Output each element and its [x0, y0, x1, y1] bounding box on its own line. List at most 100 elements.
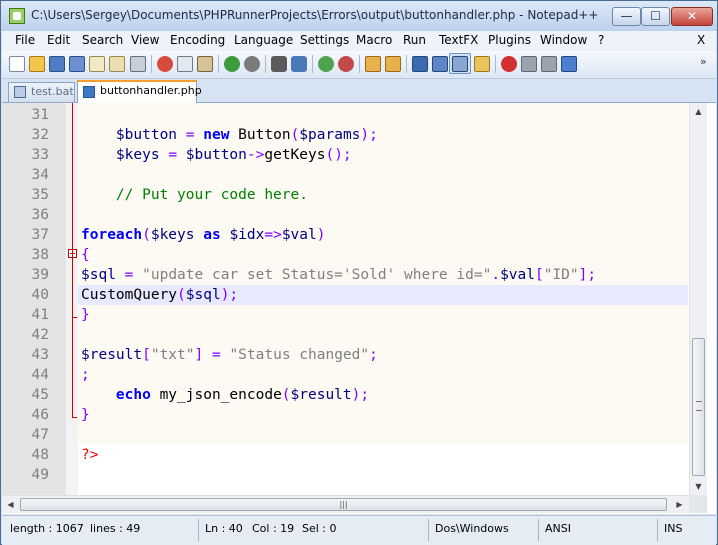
scroll-down-arrow-icon[interactable]: ▼ — [690, 478, 707, 495]
save-icon[interactable] — [49, 56, 65, 72]
code-text[interactable]: ; — [78, 365, 688, 385]
code-text[interactable]: } — [78, 305, 688, 325]
toolbar-separator — [495, 55, 496, 73]
menu-edit[interactable]: Edit — [47, 33, 70, 47]
toolbar-separator — [265, 55, 266, 73]
save-all-icon[interactable] — [69, 56, 85, 72]
status-lines: lines : 49 — [90, 522, 141, 535]
code-text[interactable] — [78, 205, 688, 225]
file-icon — [14, 86, 26, 98]
scroll-left-arrow-icon[interactable]: ◀ — [2, 496, 19, 513]
scroll-up-arrow-icon[interactable]: ▲ — [690, 103, 707, 120]
status-insert-mode: INS — [664, 522, 683, 535]
minimize-button[interactable]: — — [612, 7, 641, 26]
menu-encoding[interactable]: Encoding — [170, 33, 225, 47]
code-text[interactable]: ?> — [78, 445, 688, 465]
code-text[interactable]: $button = new Button($params); — [78, 125, 688, 145]
paste-icon[interactable] — [197, 56, 213, 72]
tab-test-bat[interactable]: test.bat — [8, 82, 75, 102]
code-line: 46 } — [2, 405, 688, 425]
line-number: 31 — [31, 107, 49, 123]
menu-textfx[interactable]: TextFX — [439, 33, 478, 47]
code-text[interactable] — [78, 165, 688, 185]
code-line: 39 $sql = "update car set Status='Sold' … — [2, 265, 688, 285]
find-icon[interactable] — [271, 56, 287, 72]
code-text[interactable]: CustomQuery($sql); — [78, 285, 688, 305]
code-text[interactable]: } — [78, 405, 688, 425]
title-bar[interactable]: C:\Users\Sergey\Documents\PHPRunnerProje… — [1, 1, 717, 31]
redo-icon[interactable] — [244, 56, 260, 72]
maximize-button[interactable]: ☐ — [641, 7, 670, 26]
close-document-x[interactable]: X — [697, 33, 705, 47]
tab-label: test.bat — [31, 85, 74, 98]
code-text[interactable]: foreach($keys as $idx=>$val) — [78, 225, 688, 245]
vertical-scroll-thumb[interactable] — [692, 338, 705, 476]
code-text[interactable]: $result["txt"] = "Status changed"; — [78, 345, 688, 365]
code-line: 34 — [2, 165, 688, 185]
notepadpp-app-icon[interactable] — [9, 8, 25, 24]
status-divider — [428, 519, 429, 541]
menu-plugins[interactable]: Plugins — [488, 33, 531, 47]
record-macro-icon[interactable] — [501, 56, 517, 72]
code-text[interactable] — [78, 465, 688, 485]
menu-settings[interactable]: Settings — [300, 33, 349, 47]
sync-horizontal-icon[interactable] — [385, 56, 401, 72]
vertical-scrollbar[interactable]: ▲ ▼ — [689, 103, 707, 495]
tab-buttonhandler-php[interactable]: buttonhandler.php — [77, 80, 202, 103]
fold-range-line-outer — [72, 103, 73, 417]
code-text[interactable]: { — [78, 245, 688, 265]
line-number: 44 — [31, 367, 49, 383]
show-all-chars-icon[interactable] — [432, 56, 448, 72]
user-lang-icon[interactable] — [474, 56, 490, 72]
close-window-button[interactable]: ✕ — [671, 7, 713, 26]
toolbar-overflow-chevron-icon[interactable]: » — [700, 55, 707, 68]
cut-icon[interactable] — [157, 56, 173, 72]
horizontal-scrollbar[interactable]: ◀ ||| ▶ — [2, 495, 689, 513]
saved-file-icon — [83, 86, 95, 98]
code-text[interactable]: echo my_json_encode($result); — [78, 385, 688, 405]
zoom-out-icon[interactable] — [338, 56, 354, 72]
menu-macro[interactable]: Macro — [356, 33, 392, 47]
stop-record-icon[interactable] — [521, 56, 537, 72]
menu-file[interactable]: File — [15, 33, 35, 47]
line-number: 48 — [31, 447, 49, 463]
menu-search[interactable]: Search — [82, 33, 123, 47]
code-line: 44 ; — [2, 365, 688, 385]
undo-icon[interactable] — [224, 56, 240, 72]
menu-run[interactable]: Run — [403, 33, 426, 47]
toolbar-separator — [406, 55, 407, 73]
horizontal-scroll-thumb[interactable]: ||| — [20, 498, 667, 511]
new-file-icon[interactable] — [9, 56, 25, 72]
word-wrap-icon[interactable] — [412, 56, 428, 72]
menu-window[interactable]: Window — [540, 33, 587, 47]
tab-bar: test.bat buttonhandler.php — [2, 79, 716, 103]
copy-icon[interactable] — [177, 56, 193, 72]
scroll-right-arrow-icon[interactable]: ▶ — [671, 496, 688, 513]
indent-guide-icon[interactable] — [452, 56, 468, 72]
code-line: 47 — [2, 425, 688, 445]
code-text[interactable]: $keys = $button->getKeys(); — [78, 145, 688, 165]
play-macro-icon[interactable] — [541, 56, 557, 72]
code-text[interactable] — [78, 425, 688, 445]
line-number: 49 — [31, 467, 49, 483]
code-line: 43 $result["txt"] = "Status changed"; — [2, 345, 688, 365]
code-text[interactable] — [78, 325, 688, 345]
code-line: 45 echo my_json_encode($result); — [2, 385, 688, 405]
code-text[interactable]: // Put your code here. — [78, 185, 688, 205]
code-text[interactable] — [78, 105, 688, 125]
menu-view[interactable]: View — [131, 33, 159, 47]
code-line: 41 } — [2, 305, 688, 325]
menu-help[interactable]: ? — [598, 33, 604, 47]
zoom-in-icon[interactable] — [318, 56, 334, 72]
close-icon[interactable] — [89, 56, 105, 72]
code-editor[interactable]: 31 32 $button = new Button($params); 33 … — [2, 103, 716, 514]
print-icon[interactable] — [130, 56, 146, 72]
replace-icon[interactable] — [291, 56, 307, 72]
code-text[interactable]: $sql = "update car set Status='Sold' whe… — [78, 265, 688, 285]
menu-language[interactable]: Language — [234, 33, 293, 47]
run-macro-multiple-icon[interactable] — [561, 56, 577, 72]
open-file-icon[interactable] — [29, 56, 45, 72]
close-all-icon[interactable] — [109, 56, 125, 72]
sync-vertical-icon[interactable] — [365, 56, 381, 72]
window-title: C:\Users\Sergey\Documents\PHPRunnerProje… — [31, 8, 599, 22]
